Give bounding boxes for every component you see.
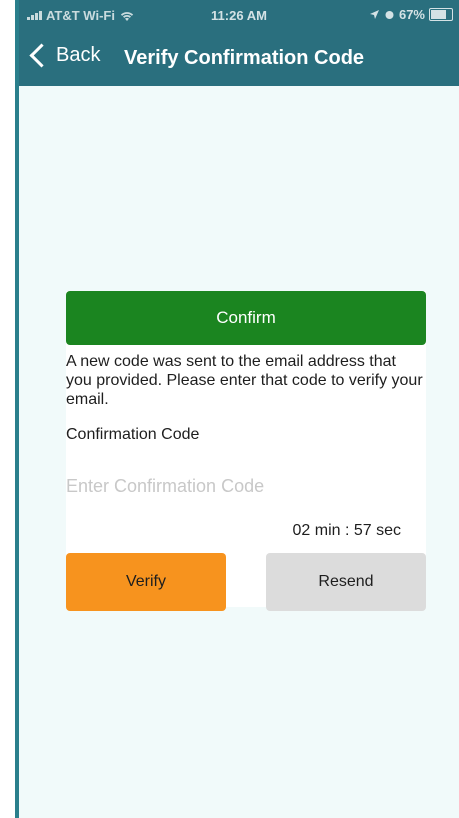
back-label: Back	[56, 44, 101, 66]
resend-button[interactable]: Resend	[266, 553, 426, 611]
status-right: 67%	[369, 7, 453, 22]
confirm-card: Confirm A new code was sent to the email…	[66, 291, 426, 611]
status-bar: AT&T Wi-Fi 11:26 AM 67%	[19, 0, 459, 34]
confirm-header: Confirm	[66, 291, 426, 345]
confirmation-code-label: Confirmation Code	[66, 426, 200, 443]
verify-button[interactable]: Verify	[66, 553, 226, 611]
instruction-text: A new code was sent to the email address…	[66, 353, 423, 408]
back-button[interactable]: Back	[27, 43, 101, 68]
confirmation-code-input[interactable]	[66, 469, 406, 503]
content-area: Confirm A new code was sent to the email…	[19, 86, 459, 818]
alarm-icon	[385, 11, 394, 19]
battery-fill	[431, 10, 446, 19]
phone-screen: AT&T Wi-Fi 11:26 AM 67% Back Verify Conf…	[0, 0, 459, 818]
navigation-bar: Back Verify Confirmation Code	[19, 34, 459, 86]
battery-icon	[429, 8, 453, 21]
battery-percent: 67%	[398, 7, 425, 22]
countdown-timer: 02 min : 57 sec	[292, 522, 402, 539]
page-title: Verify Confirmation Code	[124, 47, 365, 69]
location-arrow-icon	[369, 10, 379, 19]
chevron-left-icon	[29, 43, 54, 68]
